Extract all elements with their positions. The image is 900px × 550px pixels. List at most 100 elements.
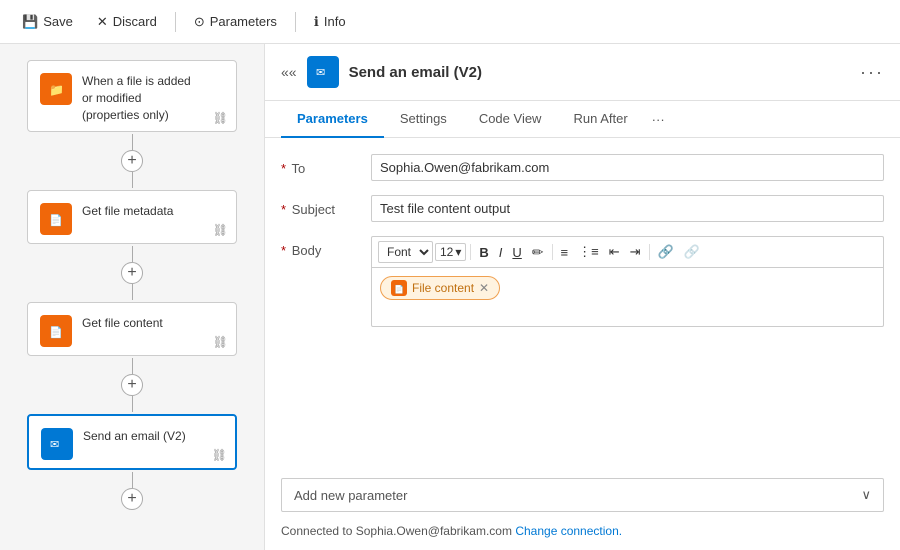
to-input[interactable]	[371, 154, 884, 181]
email-label: Send an email (V2)	[83, 428, 186, 445]
trigger-link: ⛓	[213, 111, 228, 125]
line-3b	[132, 396, 133, 412]
italic-button[interactable]: I	[495, 243, 507, 262]
bold-button[interactable]: B	[475, 243, 492, 262]
add-step-2[interactable]: +	[121, 262, 143, 284]
metadata-icon: 📄	[40, 203, 72, 235]
line-1	[132, 134, 133, 150]
line-1b	[132, 172, 133, 188]
connection-info: Connected to Sophia.Owen@fabrikam.com Ch…	[265, 524, 900, 550]
add-step-1[interactable]: +	[121, 150, 143, 172]
indent-right-button[interactable]: ⇥	[626, 242, 645, 262]
subject-input[interactable]	[371, 195, 884, 222]
panel-tabs: Parameters Settings Code View Run After …	[265, 101, 900, 138]
save-icon: 💾	[22, 14, 38, 30]
right-panel: «« ✉ Send an email (V2) ··· Parameters S…	[265, 44, 900, 550]
parameters-icon: ⊙	[194, 14, 205, 30]
node-content[interactable]: 📄 Get file content ⛓	[27, 302, 237, 356]
font-size-dropdown-icon[interactable]: ▾	[455, 245, 461, 259]
panel-title: Send an email (V2)	[349, 64, 482, 81]
ordered-list-button[interactable]: ⋮≡	[574, 242, 603, 262]
svg-text:📄: 📄	[49, 214, 63, 227]
token-close-button[interactable]: ✕	[479, 281, 489, 295]
divider-1	[470, 244, 471, 260]
metadata-label: Get file metadata	[82, 203, 173, 220]
body-editor: Font 12 ▾ B I U ✏ ≡ ⋮≡	[371, 236, 884, 327]
editor-body[interactable]: 📄 File content ✕	[371, 267, 884, 327]
line-2b	[132, 284, 133, 300]
content-label: Get file content	[82, 315, 163, 332]
info-icon: ℹ	[314, 14, 319, 30]
file-content-token: 📄 File content ✕	[380, 276, 500, 300]
parameters-button[interactable]: ⊙ Parameters	[184, 10, 287, 34]
email-icon: ✉	[41, 428, 73, 460]
save-button[interactable]: 💾 Save	[12, 10, 83, 34]
left-panel: 📁 When a file is addedor modified(proper…	[0, 44, 265, 550]
action-icon: ✉	[307, 56, 339, 88]
svg-text:✉: ✉	[316, 67, 325, 79]
connector-3: +	[121, 358, 143, 412]
body-row: * Body Font 12 ▾ B	[281, 236, 884, 327]
parameters-form: * To * Subject * Body	[265, 138, 900, 478]
tab-parameters[interactable]: Parameters	[281, 101, 384, 138]
tab-settings[interactable]: Settings	[384, 101, 463, 138]
subject-row: * Subject	[281, 195, 884, 222]
connector-2: +	[121, 246, 143, 300]
node-email[interactable]: ✉ Send an email (V2) ⛓	[27, 414, 237, 470]
divider-2	[552, 244, 553, 260]
pen-button[interactable]: ✏	[528, 242, 548, 263]
underline-button[interactable]: U	[508, 243, 525, 262]
font-select[interactable]: Font	[378, 241, 433, 263]
toolbar: 💾 Save ✕ Discard ⊙ Parameters ℹ Info	[0, 0, 900, 44]
token-icon: 📄	[391, 280, 407, 296]
add-step-4[interactable]: +	[121, 488, 143, 510]
line-3	[132, 358, 133, 374]
body-label: * Body	[281, 236, 371, 258]
trigger-icon: 📁	[40, 73, 72, 105]
panel-header: «« ✉ Send an email (V2) ···	[265, 44, 900, 101]
editor-toolbar: Font 12 ▾ B I U ✏ ≡ ⋮≡	[371, 236, 884, 267]
metadata-link: ⛓	[213, 223, 228, 237]
to-label: * To	[281, 154, 371, 176]
panel-header-left: «« ✉ Send an email (V2)	[281, 56, 482, 88]
add-parameter-label: Add new parameter	[294, 488, 407, 503]
toolbar-divider-2	[295, 12, 296, 32]
main-layout: 📁 When a file is addedor modified(proper…	[0, 44, 900, 550]
content-icon: 📄	[40, 315, 72, 347]
panel-more-icon[interactable]: ···	[860, 62, 884, 83]
connector-4: +	[121, 472, 143, 510]
line-2	[132, 246, 133, 262]
tab-code-view[interactable]: Code View	[463, 101, 558, 138]
discard-button[interactable]: ✕ Discard	[87, 10, 167, 34]
node-metadata[interactable]: 📄 Get file metadata ⛓	[27, 190, 237, 244]
email-link: ⛓	[212, 448, 227, 462]
svg-text:✉: ✉	[50, 439, 59, 451]
tab-run-after[interactable]: Run After	[557, 101, 643, 138]
trigger-label: When a file is addedor modified(properti…	[82, 73, 191, 123]
discard-icon: ✕	[97, 14, 108, 30]
token-label: File content	[412, 281, 474, 295]
add-step-3[interactable]: +	[121, 374, 143, 396]
toolbar-divider	[175, 12, 176, 32]
line-4	[132, 472, 133, 488]
change-connection-link[interactable]: Change connection.	[515, 524, 622, 538]
subject-label: * Subject	[281, 195, 371, 217]
unlink-button[interactable]: 🔗	[680, 242, 704, 262]
svg-text:📁: 📁	[49, 83, 64, 97]
add-parameter-chevron: ∨	[861, 487, 871, 503]
indent-left-button[interactable]: ⇤	[605, 242, 624, 262]
font-size-value: 12	[440, 245, 453, 259]
svg-text:📄: 📄	[394, 284, 404, 294]
add-parameter-row[interactable]: Add new parameter ∨	[281, 478, 884, 512]
info-button[interactable]: ℹ Info	[304, 10, 356, 34]
to-row: * To	[281, 154, 884, 181]
link-button[interactable]: 🔗	[654, 242, 678, 262]
unordered-list-button[interactable]: ≡	[557, 243, 573, 262]
node-trigger[interactable]: 📁 When a file is addedor modified(proper…	[27, 60, 237, 132]
svg-text:📄: 📄	[49, 326, 63, 339]
font-size-control: 12 ▾	[435, 243, 466, 261]
content-link: ⛓	[213, 335, 228, 349]
connector-1: +	[121, 134, 143, 188]
tab-more-icon[interactable]: ···	[644, 102, 673, 137]
collapse-icon[interactable]: ««	[281, 64, 297, 80]
